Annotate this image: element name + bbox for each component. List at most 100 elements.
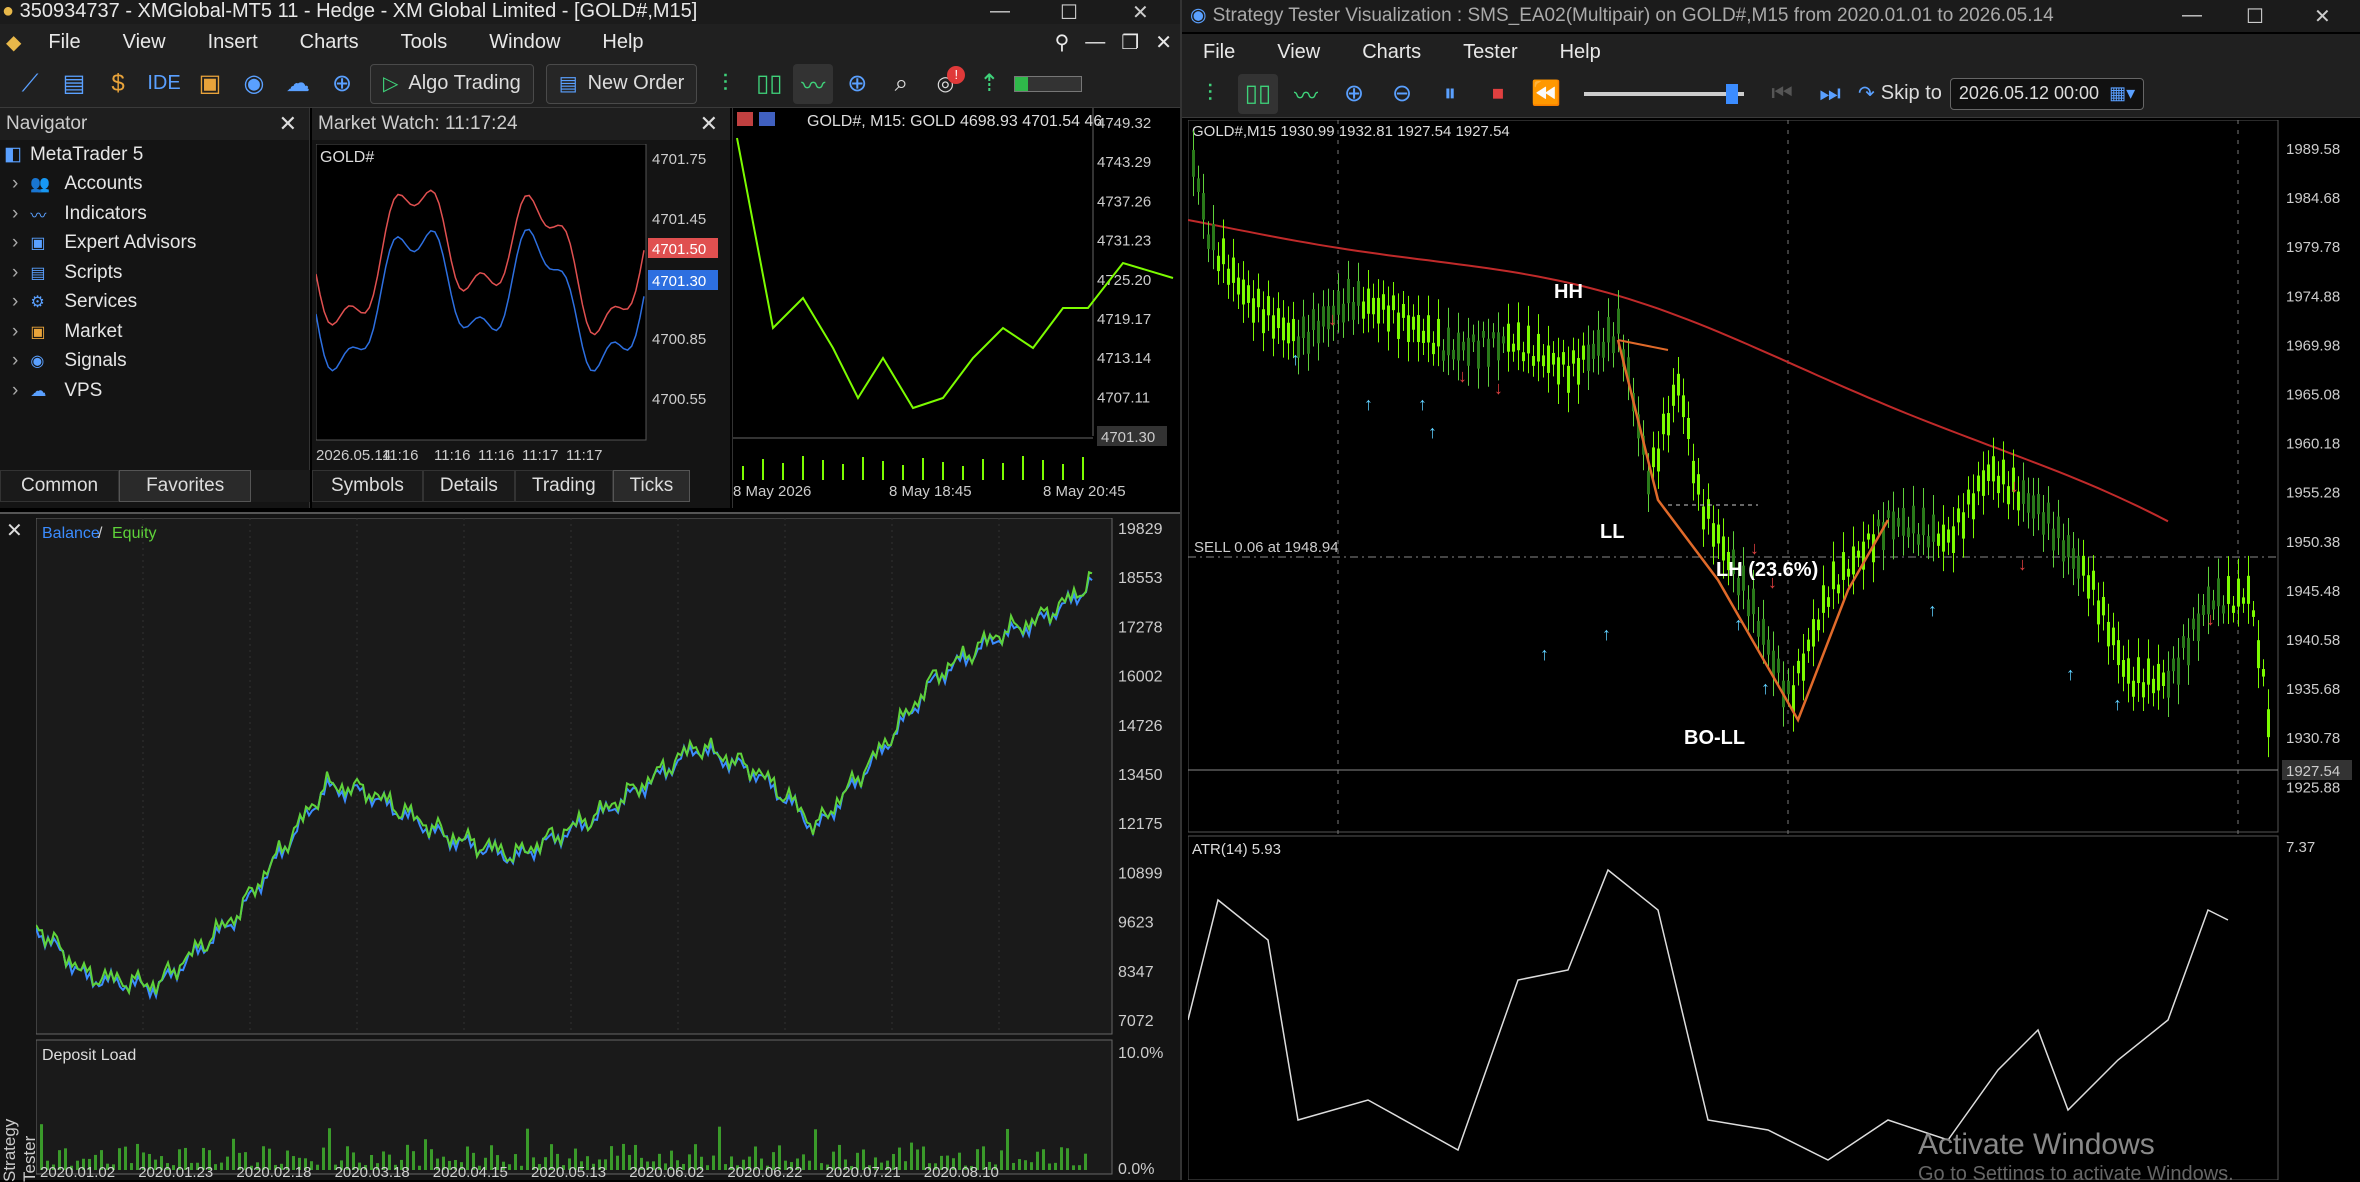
tab-ticks[interactable]: Ticks [612,470,691,502]
expand-chevron-icon[interactable]: › [12,232,18,254]
candle-body [2117,640,2120,666]
navigator-item-expert-advisors[interactable]: › ▣ Expert Advisors [0,229,309,259]
balance-y-tick: 13450 [1118,767,1163,784]
tab-symbols[interactable]: Symbols [312,470,423,502]
menu-view[interactable]: View [102,31,187,54]
new-order-button[interactable]: ▤ New Order [545,63,698,104]
visual-minimize-icon[interactable]: — [2182,4,2202,27]
expand-chevron-icon[interactable]: › [12,262,18,284]
candle-body [1502,336,1505,344]
navigator-close-icon[interactable]: ✕ [279,111,297,137]
dollar-icon[interactable]: $ [98,64,138,104]
expand-chevron-icon[interactable]: › [12,173,18,195]
menu-window[interactable]: Window [468,31,581,54]
level-icon[interactable]: ⇡ [969,64,1009,104]
candle-body [1977,475,1980,492]
market-watch-close-icon[interactable]: ✕ [700,111,718,137]
notifications-icon[interactable]: ◎! [925,64,966,104]
skip-to-date-select[interactable]: 2026.05.12 00:00 ▦▾ [1949,77,2145,110]
tab-favorites[interactable]: Favorites [119,470,252,502]
navigator-item-accounts[interactable]: › 👥 Accounts [0,170,309,200]
candle-body [2002,459,2005,485]
menu-charts[interactable]: Charts [279,31,380,54]
candlestick-chart-icon[interactable]: ▯▯ [749,64,789,104]
navigator-item-services[interactable]: › ⚙ Services [0,288,309,318]
mw-x-tick: 11:16 [478,447,514,464]
visual-menu-file[interactable]: File [1182,41,1256,64]
chart-template-icon[interactable]: ▤ [54,64,94,104]
candle-body [1267,296,1270,316]
zoom-in-icon[interactable]: ⊕ [837,64,877,104]
visual-zoom-out-icon[interactable]: ⊖ [1382,74,1422,114]
rewind-icon[interactable]: ⏪ [1526,74,1566,114]
chart-trade-icon[interactable] [737,112,753,126]
visual-candle-chart-icon[interactable]: ▯▯ [1238,73,1278,114]
tab-common[interactable]: Common [0,470,120,502]
metatrader-icon: ◧ [4,144,22,166]
candle-body [1282,317,1285,341]
tab-trading[interactable]: Trading [514,470,613,502]
balance-x-tick: 2020.07.21 [825,1164,901,1181]
visual-zoom-in-icon[interactable]: ⊕ [1334,74,1374,114]
new-order-label: New Order [587,72,685,94]
minimize-icon[interactable]: — [990,0,1010,23]
menu-tools[interactable]: Tools [380,31,469,54]
expand-chevron-icon[interactable]: › [12,380,18,402]
deposit-load-bar [1048,1163,1051,1170]
pause-icon[interactable]: ⏸ [1430,74,1470,114]
candle-body [2267,709,2270,738]
skip-to-button[interactable]: ↷ Skip to [1858,74,1942,114]
close-window-icon[interactable]: ✕ [1132,0,1149,25]
visual-menu-help[interactable]: Help [1539,41,1622,64]
deposit-load-bar [1072,1165,1075,1170]
visual-close-icon[interactable]: ✕ [2314,4,2331,29]
pin-icon[interactable]: ⚲ [1047,30,1078,55]
search-icon[interactable]: ⌕ [881,64,921,104]
navigator-item-vps[interactable]: › ☁ VPS [0,376,309,406]
stop-icon[interactable]: ⏹ [1478,74,1518,114]
child-minimize-icon[interactable]: — [1077,31,1113,54]
menu-file[interactable]: File [27,31,101,54]
expand-chevron-icon[interactable]: › [12,350,18,372]
step-forward-icon[interactable]: ⏭ [1810,74,1850,114]
expand-chevron-icon[interactable]: › [12,203,18,225]
navigator-item-market[interactable]: › ▣ Market [0,317,309,347]
community-icon[interactable]: ⊕ [322,64,362,104]
navigator-root[interactable]: ◧ MetaTrader 5 [0,140,309,170]
deposit-load-bar [1006,1128,1009,1170]
visual-menu-charts[interactable]: Charts [1341,41,1442,64]
menu-help[interactable]: Help [581,31,664,54]
market-bag-icon[interactable]: ▣ [190,64,230,104]
signals-tool-icon[interactable]: ◉ [234,64,274,104]
child-restore-icon[interactable]: ❐ [1113,30,1147,55]
candle-body [2052,528,2055,551]
expand-chevron-icon[interactable]: › [12,291,18,313]
line-chart-icon[interactable]: 〰 [793,63,834,104]
line-chart-tool-icon[interactable]: ⟋ [10,64,50,104]
deposit-load-bar [1084,1153,1087,1170]
candle-body [1752,588,1755,615]
navigator-item-signals[interactable]: › ◉ Signals [0,347,309,377]
vps-tool-icon[interactable]: ☁ [278,64,318,104]
navigator-item-indicators[interactable]: › 〰 Indicators [0,199,309,229]
strategy-tester-side-tab[interactable]: Strategy Tester [0,1074,39,1182]
tester-close-icon[interactable]: ✕ [6,518,23,543]
visual-menu-view[interactable]: View [1256,41,1341,64]
visual-maximize-icon[interactable]: ☐ [2246,4,2264,29]
expand-chevron-icon[interactable]: › [12,321,18,343]
visual-bar-chart-icon[interactable]: ⫶ [1190,74,1230,114]
speed-slider[interactable] [1574,74,1754,114]
visual-line-chart-icon[interactable]: 〰 [1286,74,1326,114]
chart-depth-icon[interactable] [759,112,775,126]
bar-chart-icon[interactable]: ⫶ [705,64,745,104]
maximize-icon[interactable]: ☐ [1060,0,1078,25]
menu-insert[interactable]: Insert [187,31,279,54]
candle-body [1667,413,1670,436]
visual-menu-tester[interactable]: Tester [1442,41,1538,64]
child-close-icon[interactable]: ✕ [1147,30,1180,55]
tab-details[interactable]: Details [422,470,515,502]
algo-trading-button[interactable]: ▷ Algo Trading [370,63,534,104]
ide-button[interactable]: IDE [142,64,186,104]
navigator-item-scripts[interactable]: › ▤ Scripts [0,258,309,288]
step-back-icon[interactable]: ⏮ [1762,74,1802,114]
